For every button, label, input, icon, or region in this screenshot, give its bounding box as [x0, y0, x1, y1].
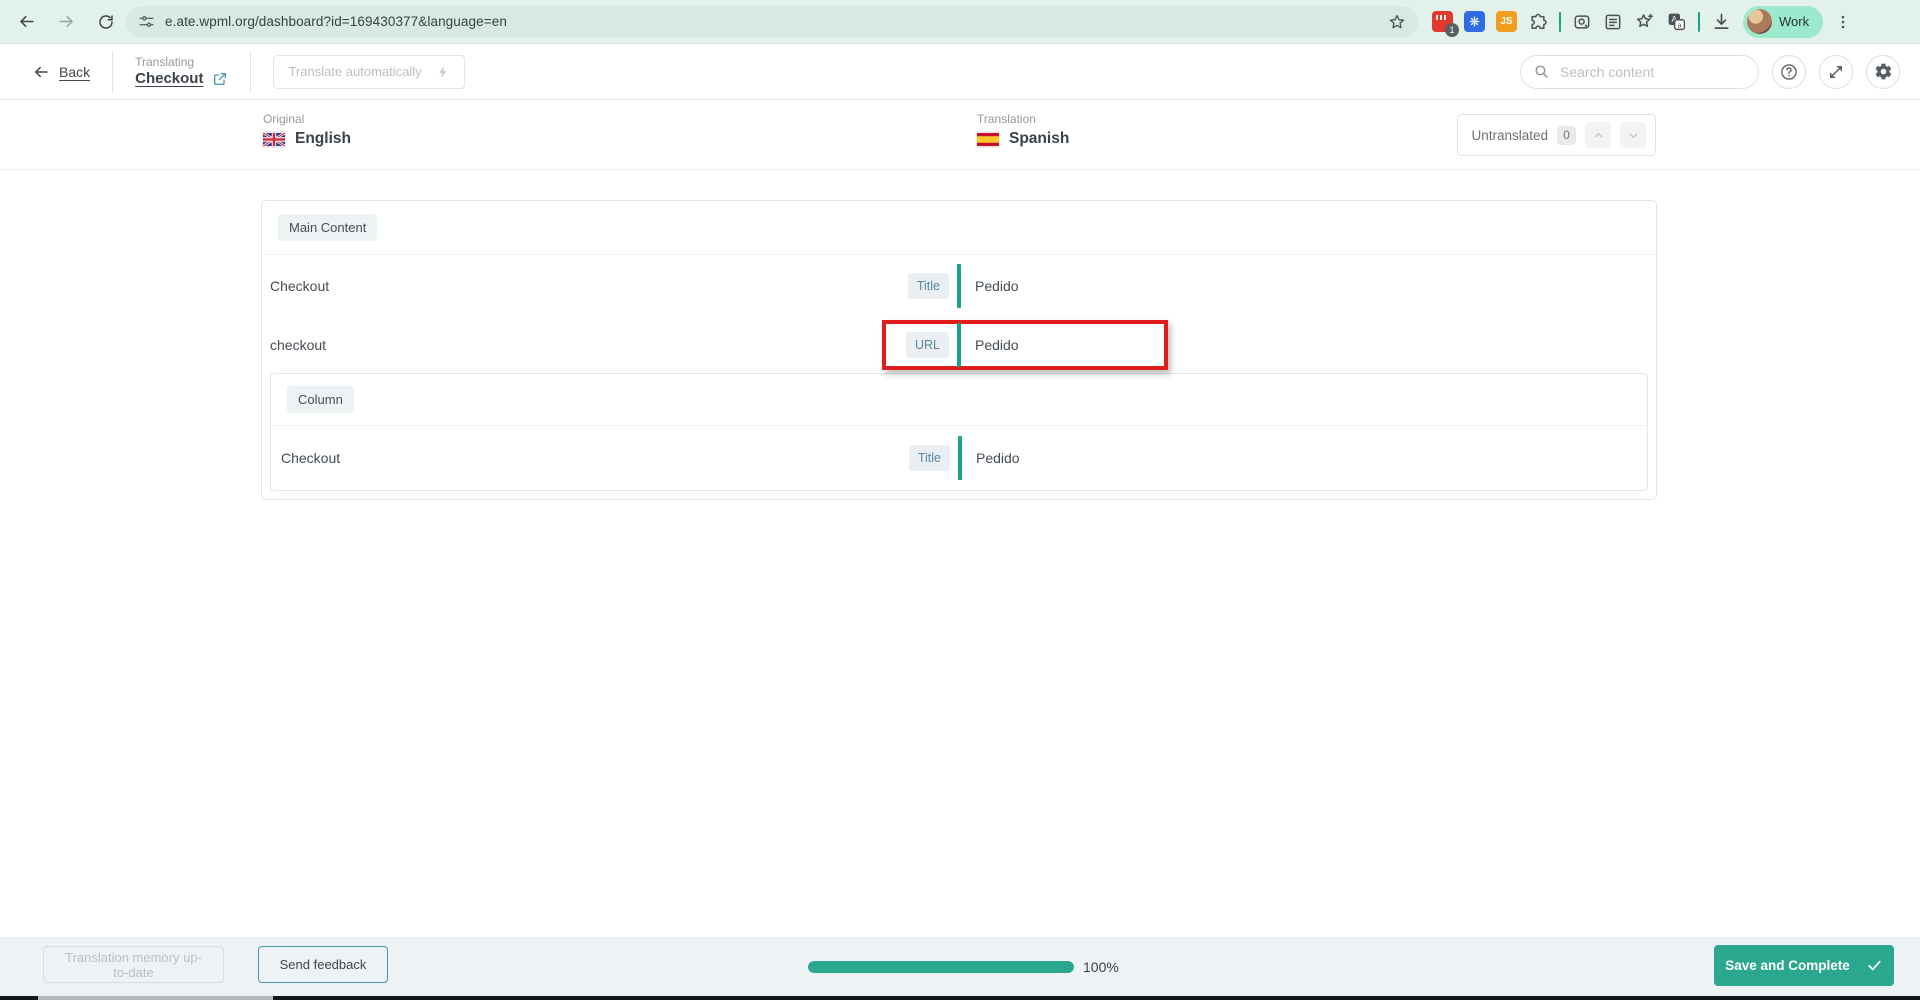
toolbar-separator — [1698, 11, 1700, 32]
translation-label: Translation — [977, 112, 1036, 126]
original-label: Original — [263, 112, 305, 126]
translate-automatically-label: Translate automatically — [288, 64, 422, 79]
translation-field-title[interactable]: Title Pedido — [886, 261, 1172, 311]
chevron-down-icon — [1629, 132, 1637, 138]
extension-settings-icon[interactable] — [1464, 11, 1485, 32]
untranslated-filter[interactable]: Untranslated 0 — [1457, 114, 1656, 156]
browser-profile-button[interactable]: Work — [1743, 5, 1824, 38]
address-bar[interactable]: e.ate.wpml.org/dashboard?id=169430377&la… — [126, 6, 1418, 37]
field-accent-bar — [958, 436, 962, 480]
app-toolbar: Back Translating Checkout Translate auto… — [0, 44, 1920, 100]
field-accent-bar — [957, 264, 961, 308]
field-type-badge: Title — [907, 273, 949, 299]
next-untranslated-button[interactable] — [1620, 122, 1646, 148]
field-type-badge: Title — [908, 445, 950, 471]
site-settings-icon[interactable] — [138, 13, 155, 30]
toolbar-separator — [1559, 11, 1561, 32]
filter-count-badge: 0 — [1557, 125, 1576, 145]
browser-back-icon[interactable] — [10, 6, 42, 38]
main-area: Main Content Checkout Title Pedido check… — [0, 170, 1920, 937]
language-header: Original English Translation Spanish Unt… — [0, 100, 1920, 170]
translation-value: Pedido — [976, 450, 1020, 466]
back-button[interactable]: Back — [32, 63, 90, 81]
toolbar-divider — [112, 50, 114, 93]
translate-automatically-button[interactable]: Translate automatically — [273, 54, 465, 89]
subsection-chip: Column — [287, 386, 354, 413]
svg-text:a: a — [1678, 22, 1682, 29]
uk-flag-icon — [263, 131, 285, 147]
field-accent-bar — [957, 323, 961, 367]
search-icon — [1533, 63, 1550, 80]
expand-icon — [1830, 65, 1842, 78]
progress-bar — [808, 960, 1074, 973]
extensions-puzzle-icon[interactable] — [1528, 12, 1548, 32]
extension-badge: 1 — [1445, 23, 1459, 37]
downloads-icon[interactable] — [1711, 11, 1732, 32]
section-chip: Main Content — [278, 214, 378, 241]
source-text: checkout — [270, 337, 327, 353]
browser-menu-kebab-icon[interactable] — [1834, 13, 1852, 31]
gear-icon — [1875, 63, 1891, 80]
search-input[interactable] — [1560, 63, 1746, 80]
translation-memory-status-button: Translation memory up-to-date — [43, 946, 224, 983]
browser-forward-icon[interactable] — [50, 6, 82, 38]
translation-row-title: Checkout Title Pedido — [262, 255, 1656, 317]
taskbar-strip — [0, 996, 1920, 1000]
toolbar-divider — [250, 50, 252, 93]
source-text: Checkout — [270, 278, 330, 294]
column-subsection: Column Checkout Title Pedido — [270, 373, 1648, 491]
taskbar-segment — [38, 996, 273, 1000]
chevron-up-icon — [1594, 132, 1602, 138]
help-icon — [1781, 63, 1797, 80]
settings-button[interactable] — [1866, 54, 1900, 89]
original-language: English — [295, 130, 351, 147]
extension-js-icon[interactable]: JS — [1496, 11, 1517, 32]
save-and-complete-button[interactable]: Save and Complete — [1714, 945, 1894, 986]
translate-icon[interactable]: Aa — [1666, 11, 1687, 32]
back-label: Back — [59, 63, 91, 80]
bookmark-star-icon[interactable] — [1388, 13, 1406, 31]
profile-name: Work — [1779, 14, 1810, 29]
reading-list-icon[interactable] — [1603, 12, 1623, 32]
translation-field-url-highlighted[interactable]: URL Pedido — [882, 320, 1168, 370]
bookmarks-sparkle-icon[interactable] — [1634, 11, 1655, 32]
fullscreen-button[interactable] — [1819, 54, 1853, 89]
translation-row-url: checkout URL Pedido — [262, 317, 1656, 373]
browser-chrome: e.ate.wpml.org/dashboard?id=169430377&la… — [0, 0, 1920, 44]
spain-flag-icon — [977, 132, 999, 147]
content-card: Main Content Checkout Title Pedido check… — [261, 200, 1657, 500]
search-box[interactable] — [1520, 54, 1759, 89]
translation-language: Spanish — [1009, 130, 1070, 147]
help-button[interactable] — [1772, 54, 1806, 89]
source-text: Checkout — [281, 450, 341, 466]
external-link-icon[interactable] — [212, 71, 228, 87]
progress-percent-label: 100% — [1083, 958, 1119, 975]
translation-row-column-title: Checkout Title Pedido — [271, 426, 1647, 490]
translation-value: Pedido — [975, 337, 1019, 353]
document-title-link[interactable]: Checkout — [135, 70, 203, 89]
send-feedback-button[interactable]: Send feedback — [258, 946, 388, 983]
screen-capture-icon[interactable] — [1572, 12, 1592, 32]
translation-field-column-title[interactable]: Title Pedido — [887, 433, 1173, 483]
field-type-badge: URL — [905, 332, 949, 358]
progress-fill — [808, 960, 1074, 973]
translation-value: Pedido — [975, 278, 1019, 294]
prev-untranslated-button[interactable] — [1585, 122, 1611, 148]
save-label: Save and Complete — [1725, 958, 1850, 973]
avatar — [1747, 9, 1772, 34]
url-text[interactable]: e.ate.wpml.org/dashboard?id=169430377&la… — [165, 14, 1388, 29]
translating-label: Translating — [135, 54, 195, 69]
footer-bar: Translation memory up-to-date Send feedb… — [0, 937, 1920, 996]
lightning-icon — [438, 65, 446, 78]
checkmark-icon — [1868, 960, 1881, 971]
browser-reload-icon[interactable] — [90, 6, 122, 38]
filter-label: Untranslated — [1471, 127, 1548, 143]
extension-red-icon[interactable]: 1 — [1432, 11, 1459, 37]
